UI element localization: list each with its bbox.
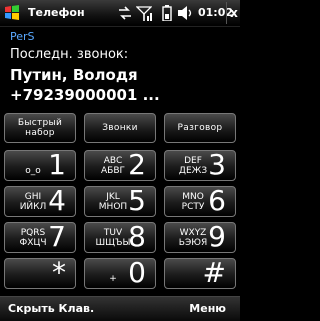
key-hash[interactable]: #: [164, 256, 236, 289]
speed-dial-label-line1: Быстрый: [17, 118, 63, 128]
key-4-cyrillic: ИЙКЛ: [19, 202, 47, 212]
key-3-latin: DEF: [184, 156, 202, 166]
key-9-digit: 9: [208, 220, 226, 253]
calls-button[interactable]: Звонки: [84, 113, 156, 143]
signal-icon: [136, 6, 152, 21]
key-1[interactable]: o_o 1: [4, 148, 76, 181]
last-caller-name[interactable]: Путин, Володя: [10, 66, 138, 84]
key-0-plus: +: [109, 274, 117, 284]
key-9-cyrillic: ЬЭЮЯ: [178, 238, 208, 248]
talk-label: Разговор: [177, 123, 223, 133]
speed-dial-label-line2: набор: [25, 128, 55, 138]
key-2-latin: ABC: [103, 156, 123, 166]
key-8[interactable]: TUV ШЩЪЫ 8: [84, 220, 156, 253]
key-5[interactable]: JKL МНОП 5: [84, 184, 156, 217]
key-6-digit: 6: [208, 184, 226, 217]
key-6-latin: MNO: [182, 192, 204, 202]
last-call-label: Последн. звонок:: [10, 47, 129, 62]
key-5-cyrillic: МНОП: [98, 202, 128, 212]
volume-icon: [178, 6, 192, 20]
last-caller-number[interactable]: +79239000001 ...: [10, 86, 160, 104]
calls-label: Звонки: [102, 123, 138, 133]
key-2-cyrillic: АБВГ: [101, 166, 125, 176]
window-title: Телефон: [28, 6, 85, 19]
key-7-latin: PQRS: [20, 228, 46, 238]
key-6-cyrillic: РСТУ: [181, 202, 205, 212]
close-button[interactable]: x: [226, 2, 241, 24]
key-6[interactable]: MNO РСТУ 6: [164, 184, 236, 217]
operator-name: PerS: [10, 30, 35, 43]
voicemail-icon: o_o: [25, 166, 41, 176]
key-8-cyrillic: ШЩЪЫ: [95, 238, 131, 248]
key-5-digit: 5: [128, 184, 146, 217]
hide-keypad-softkey[interactable]: Скрыть Клав.: [8, 302, 94, 315]
key-4[interactable]: GHI ИЙКЛ 4: [4, 184, 76, 217]
key-star-symbol: *: [52, 256, 66, 289]
key-2-digit: 2: [128, 148, 146, 181]
key-7[interactable]: PQRS ФХЦЧ 7: [4, 220, 76, 253]
battery-icon: [162, 5, 172, 21]
speed-dial-button[interactable]: Быстрый набор: [4, 113, 76, 143]
status-bar: Телефон 01:02 x: [0, 0, 240, 27]
key-0-digit: 0: [128, 256, 146, 289]
key-9-latin: WXYZ: [179, 228, 207, 238]
key-4-latin: GHI: [24, 192, 42, 202]
key-8-latin: TUV: [103, 228, 123, 238]
key-star[interactable]: *: [4, 256, 76, 289]
key-3[interactable]: DEF ДЕЖЗ 3: [164, 148, 236, 181]
key-4-digit: 4: [48, 184, 66, 217]
key-7-digit: 7: [48, 220, 66, 253]
talk-button[interactable]: Разговор: [164, 113, 236, 143]
sync-arrows-icon: [119, 6, 131, 20]
key-hash-symbol: #: [202, 256, 226, 289]
menu-softkey[interactable]: Меню: [189, 302, 226, 315]
key-9[interactable]: WXYZ ЬЭЮЯ 9: [164, 220, 236, 253]
key-0[interactable]: + 0: [84, 256, 156, 289]
key-1-digit: 1: [48, 148, 66, 181]
key-3-digit: 3: [208, 148, 226, 181]
key-2[interactable]: ABC АБВГ 2: [84, 148, 156, 181]
key-5-latin: JKL: [106, 192, 120, 202]
windows-start-icon[interactable]: [2, 3, 22, 23]
key-8-digit: 8: [128, 220, 146, 253]
softkey-bar: Скрыть Клав. Меню: [0, 296, 240, 321]
key-7-cyrillic: ФХЦЧ: [19, 238, 47, 248]
key-3-cyrillic: ДЕЖЗ: [178, 166, 208, 176]
